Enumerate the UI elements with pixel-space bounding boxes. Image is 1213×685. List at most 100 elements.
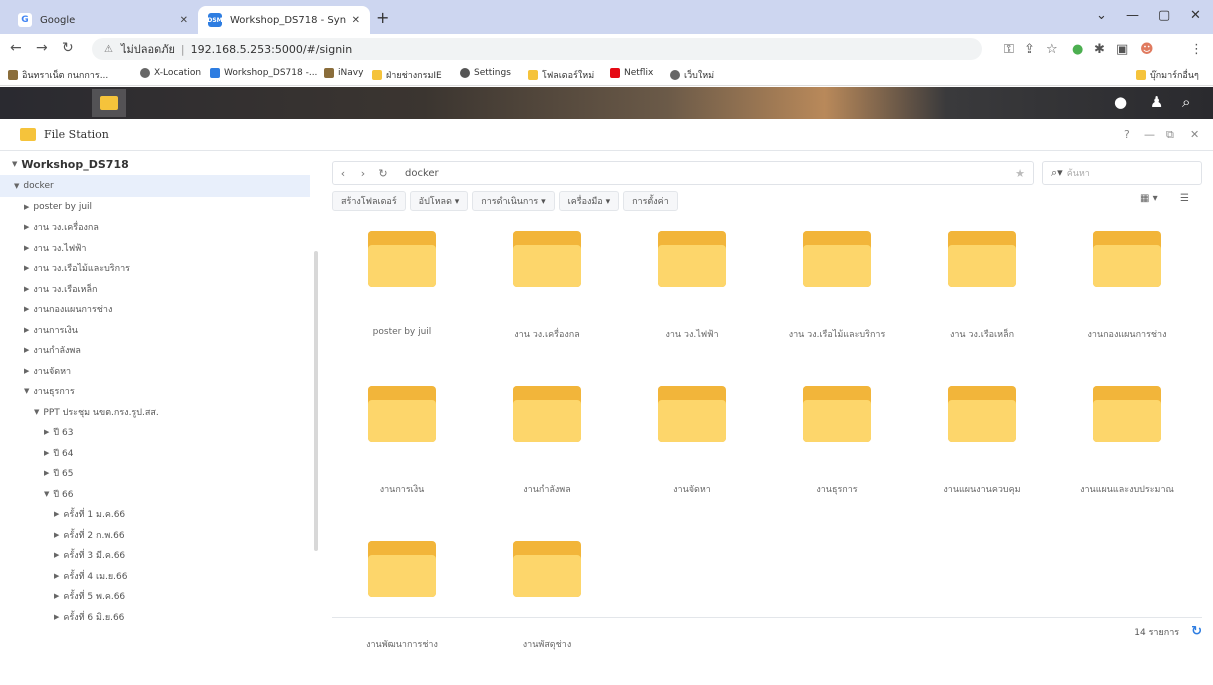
tree-item[interactable]: ▶ ครั้งที่ 3 มี.ค.66 (0, 544, 310, 566)
bookmark-item[interactable]: Settings (460, 68, 511, 78)
folder-item[interactable]: poster by juil (332, 225, 472, 375)
chevron-down-icon[interactable]: ▼ (24, 387, 29, 395)
star-icon[interactable]: ☆ (1046, 42, 1058, 57)
tree-item[interactable]: ▼ PPT ประชุม นขต.กรง.รูป.สส. (0, 401, 310, 423)
bookmark-item[interactable]: เว็บใหม่ (670, 68, 714, 82)
tree-item[interactable]: ▶ ครั้งที่ 1 ม.ค.66 (0, 503, 310, 525)
folder-item[interactable]: งานธุรการ (767, 380, 907, 530)
forward-icon[interactable]: → (36, 40, 48, 56)
path-text[interactable]: docker (405, 168, 1015, 179)
share-icon[interactable]: ⇪ (1024, 42, 1035, 57)
tree-item[interactable]: ▶ งานจัดหา (0, 360, 310, 382)
tree-item[interactable]: ▼ งานธุรการ (0, 380, 310, 402)
chevron-right-icon[interactable]: ▶ (44, 469, 49, 477)
folder-item[interactable]: งานแผนและงบประมาณ (1057, 380, 1197, 530)
tree-item[interactable]: ▶ งานกองแผนการช่าง (0, 298, 310, 320)
tree-item[interactable]: ▶ ปี 65 (0, 462, 310, 484)
tree-item[interactable]: ▶ งาน วง.เรือเหล็ก (0, 278, 310, 300)
chevron-right-icon[interactable]: ▶ (24, 305, 29, 313)
chevron-right-icon[interactable]: ▶ (24, 326, 29, 334)
folder-item[interactable]: งานพัสดุช่าง (477, 535, 617, 685)
bookmark-item[interactable]: iNavy (324, 68, 363, 78)
avatar[interactable]: ☻ (1140, 42, 1154, 57)
tab-google[interactable]: G Google ✕ (8, 6, 198, 34)
folder-item[interactable]: งาน วง.เรือเหล็ก (912, 225, 1052, 375)
scrollbar[interactable] (314, 251, 318, 551)
tree-root[interactable]: ▼ Workshop_DS718 (0, 153, 129, 175)
folder-item[interactable]: งานการเงิน (332, 380, 472, 530)
chevron-right-icon[interactable]: ▶ (24, 223, 29, 231)
tree-item[interactable]: ▶ ปี 64 (0, 442, 310, 464)
chevron-down-icon[interactable]: ▼ (34, 408, 39, 416)
tree-item[interactable]: ▶ ครั้งที่ 6 มิ.ย.66 (0, 606, 310, 628)
search-input[interactable]: ⌕▾ ค้นหา (1042, 161, 1202, 185)
chevron-right-icon[interactable]: ▶ (44, 449, 49, 457)
tree-item[interactable]: ▶ งานการเงิน (0, 319, 310, 341)
tree-item[interactable]: ▶ ครั้งที่ 4 เม.ย.66 (0, 565, 310, 587)
chevron-down-icon[interactable]: ▼ (44, 490, 49, 498)
chevron-down-icon[interactable]: ⌄ (1096, 8, 1107, 23)
minimize-icon[interactable]: — (1126, 8, 1139, 23)
help-icon[interactable]: ? (1124, 128, 1130, 141)
sidepanel-icon[interactable]: ▣ (1116, 42, 1128, 57)
tree-item[interactable]: ▶ งาน วง.เครื่องกล (0, 216, 310, 238)
minimize-icon[interactable]: — (1144, 128, 1155, 141)
restore-icon[interactable]: ⧉ (1166, 128, 1174, 142)
close-icon[interactable]: ✕ (352, 15, 360, 26)
maximize-icon[interactable]: ▢ (1158, 8, 1170, 23)
settings-button[interactable]: การตั้งค่า (623, 191, 678, 211)
tree-item[interactable]: ▶ งาน วง.ไฟฟ้า (0, 237, 310, 259)
puzzle-icon[interactable]: ✱ (1094, 42, 1105, 57)
chevron-right-icon[interactable]: ▶ (24, 285, 29, 293)
folder-item[interactable]: งานจัดหา (622, 380, 762, 530)
chevron-right-icon[interactable]: ▶ (24, 244, 29, 252)
chevron-right-icon[interactable]: ▶ (54, 572, 59, 580)
chevron-right-icon[interactable]: ▶ (54, 551, 59, 559)
bookmark-item[interactable]: ฝ่ายช่างกรมIE (372, 68, 442, 82)
chevron-right-icon[interactable]: ▶ (54, 613, 59, 621)
reload-icon[interactable]: ↻ (62, 40, 74, 56)
chevron-right-icon[interactable]: ▶ (54, 592, 59, 600)
back-icon[interactable]: ← (10, 40, 22, 56)
action-button[interactable]: การดำเนินการ ▾ (472, 191, 555, 211)
chevron-right-icon[interactable]: ▶ (54, 510, 59, 518)
chevron-right-icon[interactable]: ▶ (44, 428, 49, 436)
new-tab-button[interactable]: + (376, 8, 389, 27)
folder-item[interactable]: งานพัฒนาการช่าง (332, 535, 472, 685)
close-icon[interactable]: ✕ (1190, 8, 1201, 23)
folder-item[interactable]: งาน วง.เรือไม้และบริการ (767, 225, 907, 375)
folder-item[interactable]: งานแผนงานควบคุม (912, 380, 1052, 530)
tools-button[interactable]: เครื่องมือ ▾ (558, 191, 620, 211)
tree-item[interactable]: ▼ docker (0, 175, 310, 197)
refresh-icon[interactable]: ↻ (373, 167, 393, 180)
tree-item[interactable]: ▶ งานกำลังพล (0, 339, 310, 361)
key-icon[interactable]: ⚿ (1004, 42, 1014, 57)
url-input[interactable]: ⚠ ไม่ปลอดภัย | 192.168.5.253:5000/#/sign… (92, 38, 982, 60)
bookmark-item[interactable]: โฟลเดอร์ใหม่ (528, 68, 594, 82)
tree-item[interactable]: ▶ ปี 63 (0, 421, 310, 443)
chevron-right-icon[interactable]: ▶ (24, 203, 29, 211)
grid-view-icon[interactable]: ▦ ▾ (1140, 193, 1158, 204)
folder-item[interactable]: งาน วง.เครื่องกล (477, 225, 617, 375)
tree-item[interactable]: ▼ ปี 66 (0, 483, 310, 505)
tree-item[interactable]: ▶ งาน วง.เรือไม้และบริการ (0, 257, 310, 279)
search-icon[interactable]: ⌕ (1182, 93, 1190, 111)
folder-item[interactable]: งาน วง.ไฟฟ้า (622, 225, 762, 375)
close-icon[interactable]: ✕ (180, 15, 188, 26)
chevron-right-icon[interactable]: ▶ (24, 264, 29, 272)
user-icon[interactable]: ♟ (1150, 93, 1163, 111)
folder-item[interactable]: งานกำลังพล (477, 380, 617, 530)
bookmark-item[interactable]: Workshop_DS718 -... (210, 68, 317, 78)
menu-icon[interactable]: ⋮ (1190, 42, 1203, 57)
sort-icon[interactable]: ☰ (1180, 193, 1189, 204)
create-folder-button[interactable]: สร้างโฟลเดอร์ (332, 191, 406, 211)
tree-item[interactable]: ▶ poster by juil (0, 196, 310, 218)
forward-icon[interactable]: › (353, 167, 373, 180)
bookmark-item[interactable]: อินทราเน็ต กนกการ... (8, 68, 108, 82)
chevron-right-icon[interactable]: ▶ (24, 346, 29, 354)
refresh-icon[interactable]: ↻ (1191, 624, 1202, 639)
chevron-right-icon[interactable]: ▶ (54, 531, 59, 539)
chevron-right-icon[interactable]: ▶ (24, 367, 29, 375)
file-station-taskbar-button[interactable] (92, 89, 126, 117)
chat-icon[interactable]: ● (1114, 93, 1127, 111)
